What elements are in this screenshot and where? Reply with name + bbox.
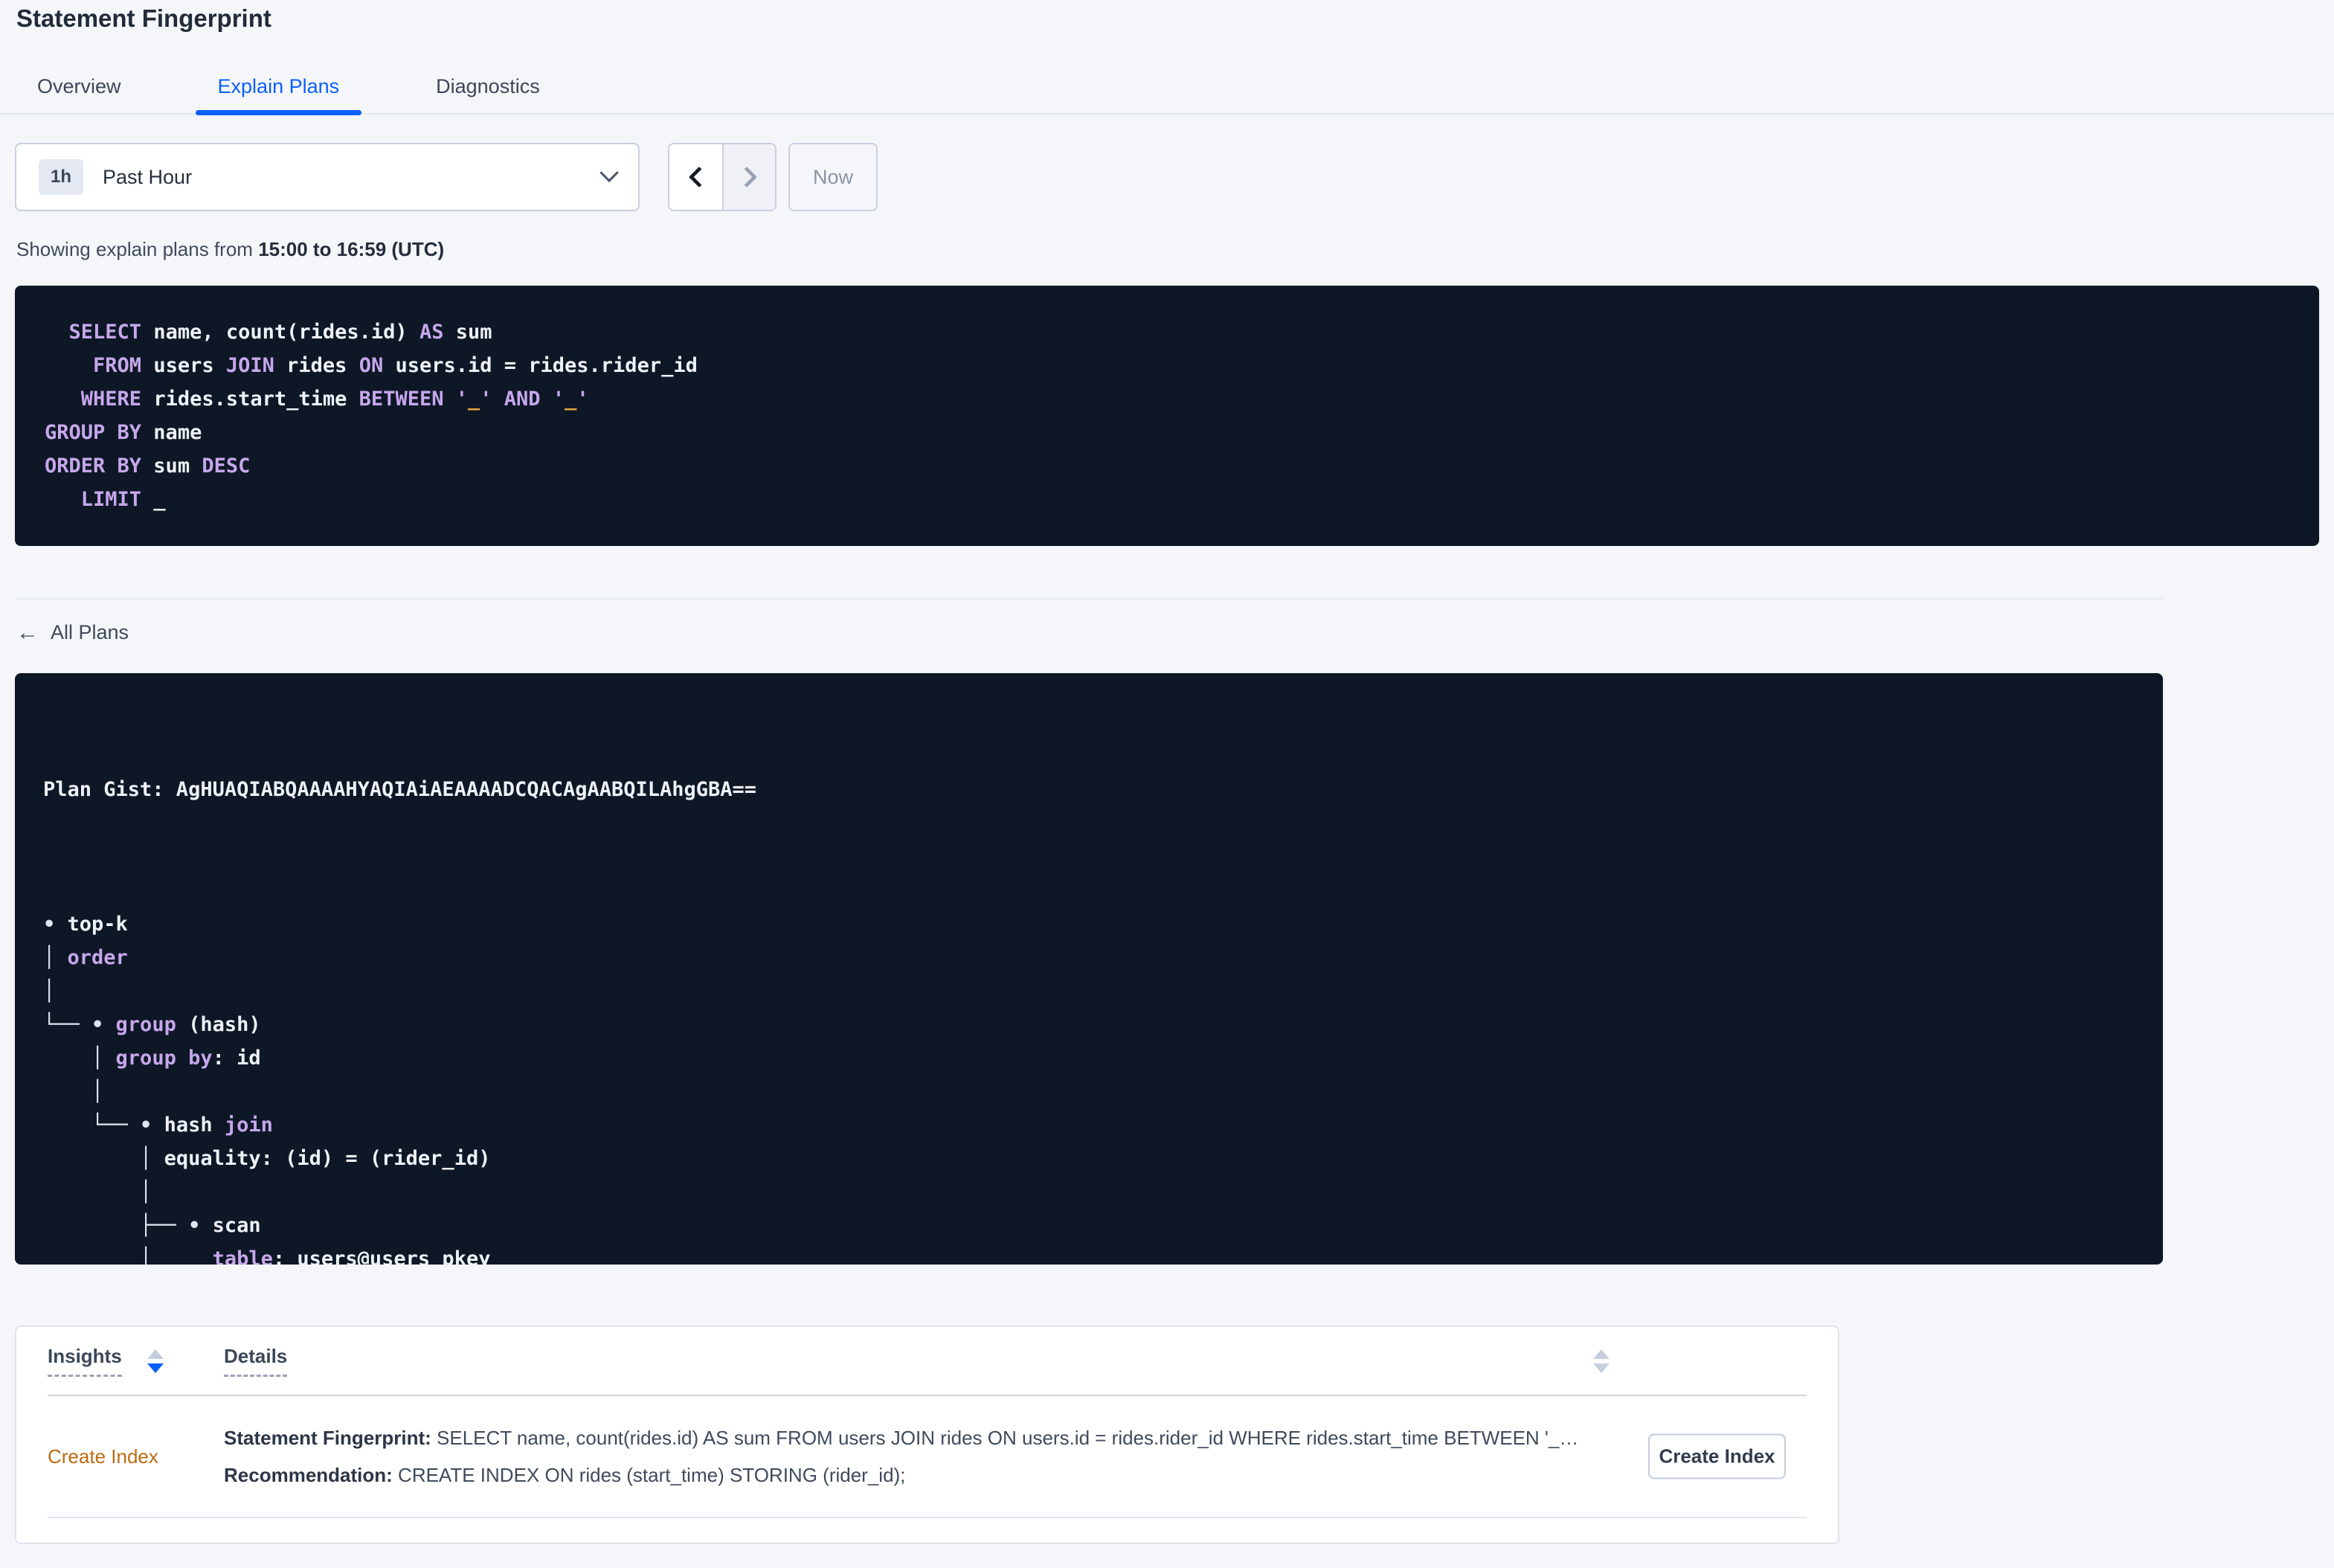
recommendation-value: CREATE INDEX ON rides (start_time) STORI…	[392, 1464, 906, 1486]
insights-table-header: Insights Details	[48, 1327, 1807, 1396]
code-line: │	[43, 980, 56, 1003]
showing-plans-text: Showing explain plans from 15:00 to 16:5…	[16, 238, 2334, 260]
section-divider	[15, 598, 2163, 600]
time-controls: 1h Past Hour Now	[15, 143, 2319, 211]
details-column-label[interactable]: Details	[224, 1345, 288, 1377]
chevron-right-icon	[736, 166, 757, 188]
create-index-button[interactable]: Create Index	[1648, 1433, 1786, 1479]
now-button[interactable]: Now	[788, 143, 878, 211]
insights-column-label[interactable]: Insights	[48, 1345, 122, 1377]
plan-tree: • top-k │ order │ └── • group (hash) │ grou…	[43, 907, 2135, 1265]
sql-statement-panel: SELECT name, count(rides.id) AS sum FROM…	[15, 286, 2319, 546]
recommendation-label: Recommendation:	[224, 1464, 393, 1486]
time-step-group	[668, 143, 777, 211]
arrow-left-icon: ←	[16, 620, 39, 645]
statement-fingerprint-line: Statement Fingerprint: SELECT name, coun…	[224, 1419, 1578, 1456]
code-line: └── • group (hash)	[43, 1013, 261, 1036]
explain-plan-panel: Plan Gist: AgHUAQIABQAAAAHYAQIAiAEAAAADC…	[15, 673, 2163, 1265]
tab-bar: Overview Explain Plans Diagnostics	[0, 68, 2334, 115]
sort-up-triangle	[147, 1349, 164, 1359]
all-plans-label: All Plans	[51, 621, 129, 643]
tab-explain-plans[interactable]: Explain Plans	[195, 68, 362, 115]
chevron-left-icon	[688, 166, 710, 188]
insight-type-cell: Create Index	[48, 1445, 224, 1468]
tab-overview[interactable]: Overview	[15, 68, 144, 113]
code-line: │ order	[43, 946, 128, 969]
code-line: │ group by: id	[43, 1047, 261, 1070]
insights-column-header: Insights	[48, 1345, 224, 1377]
code-line: │	[43, 1180, 152, 1204]
next-interval-button[interactable]	[722, 144, 775, 210]
statement-fingerprint-value: SELECT name, count(rides.id) AS sum FROM…	[431, 1427, 1579, 1449]
showing-plans-prefix: Showing explain plans from	[16, 238, 259, 260]
insight-details-cell: Statement Fingerprint: SELECT name, coun…	[224, 1419, 1578, 1494]
code-line: │ table: users@users_pkey	[43, 1247, 491, 1265]
code-line: WHERE rides.start_time BETWEEN '_' AND '…	[80, 388, 589, 411]
code-line: ORDER BY sum DESC	[45, 454, 251, 478]
sort-desc-icon[interactable]	[147, 1349, 164, 1373]
sort-down-triangle	[147, 1363, 164, 1373]
time-range-label: Past Hour	[103, 165, 193, 188]
code-line: FROM users JOIN rides ON users.id = ride…	[93, 354, 698, 377]
sort-icon[interactable]	[1593, 1349, 1610, 1373]
statement-fingerprint-label: Statement Fingerprint:	[224, 1427, 431, 1449]
code-line: │	[43, 1080, 104, 1103]
insights-table-card: Insights Details Create Index Statement …	[15, 1326, 1839, 1544]
create-index-link[interactable]: Create Index	[48, 1445, 158, 1468]
all-plans-link[interactable]: ← All Plans	[16, 620, 129, 645]
recommendation-line: Recommendation: CREATE INDEX ON rides (s…	[224, 1456, 1578, 1494]
code-line: └── • hash join	[43, 1114, 273, 1137]
code-line: GROUP BY name	[45, 421, 202, 444]
code-line: ├── • scan	[43, 1214, 261, 1237]
sort-down-triangle	[1593, 1363, 1610, 1373]
code-line: • top-k	[43, 913, 128, 936]
page-title: Statement Fingerprint	[16, 4, 271, 32]
code-line: │ equality: (id) = (rider_id)	[43, 1147, 491, 1170]
chevron-down-icon	[599, 163, 619, 183]
plan-gist: Plan Gist: AgHUAQIABQAAAAHYAQIAiAEAAAADC…	[43, 778, 757, 801]
code-line: SELECT name, count(rides.id) AS sum	[68, 321, 492, 344]
time-range-select[interactable]: 1h Past Hour	[15, 143, 640, 211]
showing-plans-range: 15:00 to 16:59 (UTC)	[258, 238, 445, 260]
tab-diagnostics[interactable]: Diagnostics	[414, 68, 562, 113]
sort-up-triangle	[1593, 1349, 1610, 1359]
code-line: LIMIT _	[80, 488, 166, 511]
insight-table-row: Create Index Statement Fingerprint: SELE…	[48, 1396, 1807, 1518]
previous-interval-button[interactable]	[669, 144, 722, 210]
time-range-badge: 1h	[39, 159, 84, 195]
